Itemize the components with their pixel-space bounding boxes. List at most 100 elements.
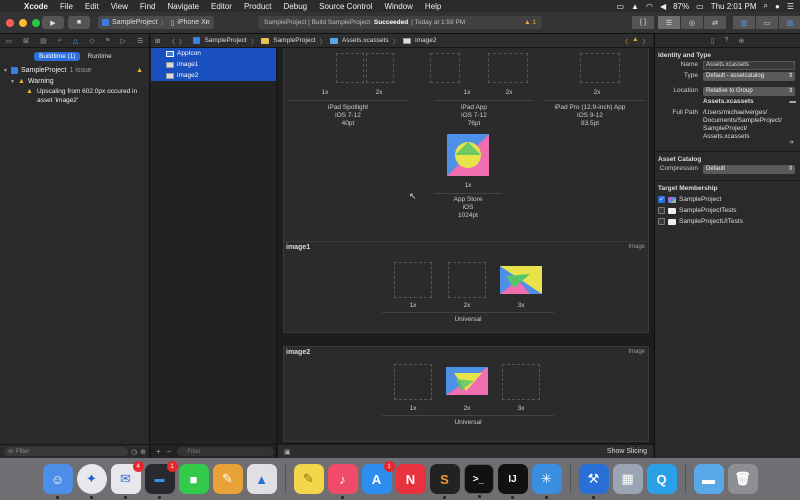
menu-product[interactable]: Product: [238, 2, 278, 11]
runtime-tab[interactable]: Runtime: [82, 52, 116, 61]
icon-slot[interactable]: [366, 53, 394, 83]
menu-edit[interactable]: Edit: [79, 2, 105, 11]
toggle-inspector-button[interactable]: ▥: [779, 16, 800, 29]
pages-icon[interactable]: ✎: [212, 464, 243, 494]
user-icon[interactable]: ●: [775, 2, 780, 11]
warning-indicator[interactable]: ▲ 1: [524, 19, 536, 26]
menu-navigate[interactable]: Navigate: [161, 2, 205, 11]
finder-icon[interactable]: ☺: [42, 464, 73, 499]
breakpoint-navigator-icon[interactable]: ▷: [121, 37, 126, 45]
project-navigator-icon[interactable]: ▭: [6, 37, 13, 45]
project-issue-row[interactable]: ▼ SampleProject 1 issue ▲: [0, 65, 149, 76]
version-editor-button[interactable]: ⇄: [704, 16, 726, 29]
attributes-inspector-icon[interactable]: ⊕: [738, 37, 744, 45]
keynote-icon[interactable]: ▲: [246, 464, 277, 494]
toggle-navigator-button[interactable]: ▥: [733, 16, 755, 29]
icon-slot[interactable]: [430, 53, 460, 83]
stop-button[interactable]: ■: [68, 16, 90, 29]
close-window-button[interactable]: [6, 18, 14, 27]
menu-app-name[interactable]: Xcode: [18, 2, 54, 11]
disclosure-triangle-icon[interactable]: ▼: [3, 68, 8, 74]
xcode-icon[interactable]: ⚒: [578, 464, 609, 499]
compression-popup[interactable]: Default: [703, 165, 795, 174]
news-icon[interactable]: N: [395, 464, 426, 494]
add-asset-button[interactable]: +: [156, 447, 161, 456]
downloads-folder-icon[interactable]: ▬: [693, 464, 724, 494]
zoom-window-button[interactable]: [32, 18, 40, 27]
battery-icon[interactable]: ▭: [696, 2, 704, 11]
menu-file[interactable]: File: [54, 2, 79, 11]
crumb-catalog[interactable]: Assets.xcassets: [342, 37, 389, 44]
warning-issue-item[interactable]: ▲ Upscaling from 602.0px occured in asse…: [0, 87, 149, 105]
asset-item-appicon[interactable]: AppIcon: [151, 48, 276, 59]
airplay-icon[interactable]: ▲: [631, 2, 639, 11]
preview-icon[interactable]: ▦: [612, 464, 643, 494]
terminal-icon[interactable]: >_: [463, 464, 494, 498]
scheme-selector[interactable]: SampleProject 〉 ▯ iPhone Xʀ: [98, 16, 214, 29]
forward-arrow-icon[interactable]: 〉: [179, 36, 186, 46]
notification-center-icon[interactable]: ☰: [787, 2, 794, 11]
icon-slot[interactable]: [336, 53, 364, 83]
crumb-project[interactable]: SampleProject: [204, 37, 246, 44]
menu-help[interactable]: Help: [419, 2, 447, 11]
type-popup[interactable]: Default - assetcatalog: [703, 72, 795, 81]
icon-slot[interactable]: [488, 53, 528, 83]
toggle-debug-area-button[interactable]: ▭: [756, 16, 778, 29]
disclosure-triangle-icon[interactable]: ▼: [10, 79, 15, 85]
image1-3x-image[interactable]: [500, 266, 542, 294]
file-inspector-icon[interactable]: ▯: [711, 37, 715, 45]
image2-2x-image[interactable]: [446, 367, 488, 395]
navigator-filter-input[interactable]: ⊜ Filter: [4, 447, 129, 456]
intellij-icon[interactable]: IJ: [497, 464, 528, 499]
icon-slot[interactable]: [580, 53, 620, 83]
warning-filter-icon[interactable]: ⊕: [140, 448, 146, 456]
debug-navigator-icon[interactable]: ≡: [106, 37, 110, 44]
asset-item-image2[interactable]: image2: [151, 70, 276, 81]
asset-filter-input[interactable]: Filter: [177, 447, 274, 456]
spotlight-search-icon[interactable]: ⌕: [764, 1, 768, 11]
location-popup[interactable]: Relative to Group: [703, 87, 795, 96]
target-checkbox[interactable]: ✓: [658, 196, 665, 203]
app-store-icon-image[interactable]: [447, 134, 489, 176]
folder-icon[interactable]: ▬: [790, 98, 797, 105]
menu-editor[interactable]: Editor: [205, 2, 238, 11]
recent-filter-icon[interactable]: ◷: [131, 448, 137, 456]
clock[interactable]: Thu 2:01 PM: [711, 2, 757, 11]
switch-app-icon[interactable]: ▬ 1: [144, 461, 178, 499]
image-slot-3x[interactable]: [502, 364, 540, 400]
xcode-helper-icon[interactable]: ✳: [531, 464, 562, 499]
menu-window[interactable]: Window: [378, 2, 418, 11]
name-field[interactable]: Assets.xcassets: [703, 61, 795, 70]
image-slot-1x[interactable]: [394, 364, 432, 400]
battery-percent[interactable]: 87%: [673, 2, 689, 11]
menu-source-control[interactable]: Source Control: [313, 2, 378, 11]
back-arrow-icon[interactable]: 〈: [168, 36, 175, 46]
previous-issue-icon[interactable]: 〈: [622, 36, 629, 46]
source-control-icon[interactable]: ⊠: [23, 37, 29, 45]
show-slicing-button[interactable]: Show Slicing: [607, 448, 647, 455]
volume-icon[interactable]: ◀: [660, 2, 666, 11]
issue-navigator-icon[interactable]: △: [73, 37, 78, 45]
quick-help-icon[interactable]: ?: [725, 37, 729, 44]
target-checkbox[interactable]: [658, 207, 665, 214]
standard-editor-button[interactable]: ☰: [658, 16, 680, 29]
facetime-icon[interactable]: ■: [178, 464, 209, 494]
menu-view[interactable]: View: [105, 2, 134, 11]
symbol-navigator-icon[interactable]: ▤: [40, 37, 47, 45]
find-navigator-icon[interactable]: ⌕: [58, 37, 62, 45]
menu-debug[interactable]: Debug: [278, 2, 314, 11]
app-store-icon[interactable]: A1: [361, 461, 395, 494]
image-slot-1x[interactable]: [394, 262, 432, 298]
report-navigator-icon[interactable]: ☰: [137, 37, 143, 45]
reveal-in-finder-icon[interactable]: ➔: [789, 138, 794, 146]
crumb-folder[interactable]: SampleProject: [273, 37, 315, 44]
warning-group-row[interactable]: ▼ ▲ Warning: [0, 76, 149, 87]
remove-asset-button[interactable]: −: [167, 447, 172, 456]
library-button[interactable]: { }: [632, 16, 654, 29]
crumb-asset[interactable]: image2: [415, 37, 436, 44]
target-checkbox[interactable]: [658, 218, 665, 225]
quicktime-icon[interactable]: Q: [646, 464, 677, 494]
notes-icon[interactable]: ✎: [293, 464, 324, 494]
safari-icon[interactable]: ✦: [76, 464, 107, 499]
test-navigator-icon[interactable]: ◇: [89, 37, 94, 45]
